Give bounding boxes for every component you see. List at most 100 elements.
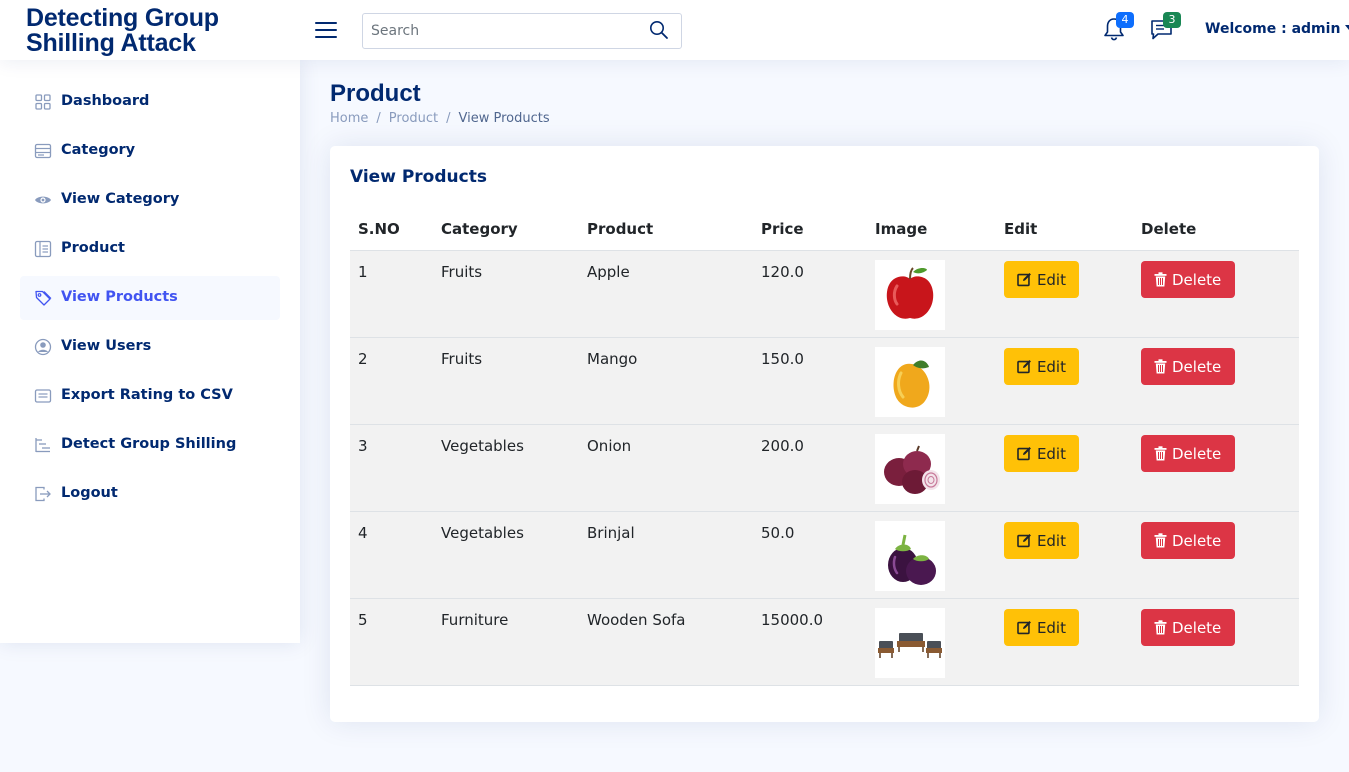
- pencil-square-icon: [1017, 273, 1031, 287]
- delete-label: Delete: [1172, 270, 1222, 289]
- cell-price: 150.0: [761, 350, 804, 368]
- cell-product: Wooden Sofa: [587, 611, 686, 629]
- card-list-icon: [34, 389, 52, 403]
- sofa-image: [878, 633, 942, 658]
- sidebar-item-detect-group-shilling[interactable]: Detect Group Shilling: [20, 423, 280, 467]
- trash-icon: [1154, 272, 1167, 287]
- edit-label: Edit: [1036, 444, 1066, 463]
- delete-button[interactable]: Delete: [1141, 609, 1235, 646]
- breadcrumb-home-link[interactable]: Home: [330, 111, 368, 126]
- delete-button[interactable]: Delete: [1141, 348, 1235, 385]
- delete-label: Delete: [1172, 618, 1222, 637]
- hamburger-icon-bar: [315, 29, 337, 31]
- tags-icon: [35, 290, 52, 306]
- messages-button[interactable]: 3: [1149, 12, 1181, 44]
- cell-price: 50.0: [761, 524, 795, 542]
- cell-category: Fruits: [441, 350, 483, 368]
- mango-image: [893, 360, 930, 408]
- sidebar-item-dashboard[interactable]: Dashboard: [20, 80, 280, 124]
- delete-label: Delete: [1172, 531, 1222, 550]
- app-logo[interactable]: Detecting Group Shilling Attack: [26, 6, 256, 56]
- trash-icon: [1154, 359, 1167, 374]
- box-arrow-right-icon: [35, 486, 51, 502]
- edit-label: Edit: [1036, 618, 1066, 637]
- pencil-square-icon: [1017, 534, 1031, 548]
- table-row: 4 Vegetables Brinjal 50.0 Edit Delete: [350, 512, 1299, 599]
- column-header-edit: Edit: [1004, 220, 1038, 238]
- edit-button[interactable]: Edit: [1004, 435, 1079, 472]
- cell-category: Vegetables: [441, 437, 524, 455]
- card-title: View Products: [350, 167, 487, 187]
- cell-product: Brinjal: [587, 524, 635, 542]
- pencil-square-icon: [1017, 447, 1031, 461]
- delete-label: Delete: [1172, 444, 1222, 463]
- sidebar-item-product[interactable]: Product: [20, 227, 280, 271]
- logo-line-2: Shilling Attack: [26, 29, 196, 57]
- notifications-button[interactable]: 4: [1102, 12, 1134, 44]
- sidebar-item-category[interactable]: Category: [20, 129, 280, 173]
- search-icon: [650, 21, 668, 39]
- cell-price: 200.0: [761, 437, 804, 455]
- table-header: S.NO Category Product Price Image Edit D…: [350, 210, 1299, 251]
- search-input[interactable]: [363, 14, 643, 48]
- sidebar-item-label: Product: [61, 240, 125, 256]
- sidebar-item-label: View Category: [61, 191, 180, 207]
- column-header-sno: S.NO: [358, 220, 400, 238]
- layout-text-icon: [34, 240, 52, 258]
- sidebar-item-export-rating[interactable]: Export Rating to CSV: [20, 374, 280, 418]
- cell-product: Onion: [587, 437, 632, 455]
- edit-label: Edit: [1036, 357, 1066, 376]
- edit-button[interactable]: Edit: [1004, 609, 1079, 646]
- product-image-mango: [875, 347, 945, 417]
- cell-sno: 5: [358, 611, 368, 629]
- trash-icon: [1154, 620, 1167, 635]
- product-image-apple: [875, 260, 945, 330]
- cell-category: Furniture: [441, 611, 509, 629]
- column-header-category: Category: [441, 220, 518, 238]
- sidebar-item-label: Category: [61, 142, 136, 158]
- sidebar-item-view-category[interactable]: View Category: [20, 178, 280, 222]
- cell-category: Vegetables: [441, 524, 524, 542]
- products-card: View Products S.NO Category Product Pric…: [330, 146, 1319, 722]
- trash-icon: [1154, 533, 1167, 548]
- sidebar-toggle-button[interactable]: [312, 18, 340, 42]
- table-row: 2 Fruits Mango 150.0 Edit Delete: [350, 338, 1299, 425]
- table-row: 5 Furniture Wooden Sofa 15000.0 Edit Del…: [350, 599, 1299, 686]
- edit-label: Edit: [1036, 531, 1066, 550]
- sidebar-item-view-products[interactable]: View Products: [20, 276, 280, 320]
- list-nested-icon: [35, 438, 50, 453]
- delete-button[interactable]: Delete: [1141, 261, 1235, 298]
- edit-button[interactable]: Edit: [1004, 348, 1079, 385]
- cell-price: 120.0: [761, 263, 804, 281]
- apple-image: [886, 267, 934, 319]
- sidebar-item-label: Dashboard: [61, 93, 150, 109]
- message-count-badge: 3: [1163, 12, 1181, 28]
- table-row: 3 Vegetables Onion 200.0 Edit Delete: [350, 425, 1299, 512]
- delete-label: Delete: [1172, 357, 1222, 376]
- sidebar-item-logout[interactable]: Logout: [20, 472, 280, 516]
- delete-button[interactable]: Delete: [1141, 522, 1235, 559]
- sidebar-item-view-users[interactable]: View Users: [20, 325, 280, 369]
- hamburger-icon-bar: [315, 36, 337, 38]
- page-title: Product: [330, 80, 421, 107]
- brinjal-image: [888, 534, 936, 585]
- logo-line-1: Detecting Group: [26, 4, 219, 32]
- profile-dropdown[interactable]: Welcome : admin: [1205, 21, 1349, 37]
- caret-down-icon: [1345, 25, 1349, 30]
- cell-price: 15000.0: [761, 611, 824, 629]
- welcome-text: Welcome : admin: [1205, 21, 1341, 37]
- trash-icon: [1154, 446, 1167, 461]
- delete-button[interactable]: Delete: [1141, 435, 1235, 472]
- edit-button[interactable]: Edit: [1004, 261, 1079, 298]
- product-image-onion: [875, 434, 945, 504]
- menu-icon: [34, 143, 52, 159]
- product-image-brinjal: [875, 521, 945, 591]
- onion-image: [884, 445, 940, 494]
- edit-button[interactable]: Edit: [1004, 522, 1079, 559]
- breadcrumb-product-link[interactable]: Product: [389, 111, 438, 126]
- search-button[interactable]: [649, 20, 671, 42]
- notification-count-badge: 4: [1116, 12, 1134, 28]
- sidebar-item-label: View Users: [61, 338, 152, 354]
- cell-sno: 2: [358, 350, 368, 368]
- column-header-image: Image: [875, 220, 928, 238]
